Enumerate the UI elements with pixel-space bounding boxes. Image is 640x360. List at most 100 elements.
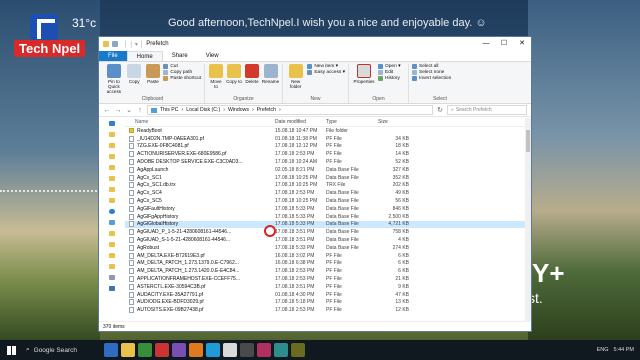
app-icon[interactable]	[138, 343, 152, 357]
table-row[interactable]: AM_DELTA.EXE-B72619E3.pf 16.08.18 3:02 PM…	[125, 252, 531, 260]
table-row[interactable]: AgGlFgAppHistory 17.08.18 5:33 PM Data Bas…	[125, 213, 531, 221]
breadcrumb-this-pc[interactable]: This PC	[160, 107, 178, 113]
edit-button[interactable]: Edit	[378, 70, 400, 75]
nav-item[interactable]	[99, 151, 125, 162]
app-icon[interactable]	[223, 343, 237, 357]
table-row[interactable]: AgGlFaultHistory 17.08.18 5:33 PM Data Bas…	[125, 205, 531, 213]
app-icon[interactable]	[104, 343, 118, 357]
table-row[interactable]: AgGlUAD_S-1-5-21-4280608161-44546... 17.0…	[125, 236, 531, 244]
easy-access-button[interactable]: Easy access ▾	[307, 70, 345, 75]
minimize-button[interactable]: —	[477, 37, 495, 51]
column-header-size[interactable]: Size	[374, 119, 409, 125]
app-icon[interactable]	[240, 343, 254, 357]
nav-item[interactable]	[99, 228, 125, 239]
nav-item[interactable]	[99, 195, 125, 206]
file-name-cell[interactable]: AgRobust	[125, 244, 275, 251]
app-icon[interactable]	[189, 343, 203, 357]
select-all-button[interactable]: Select all	[412, 64, 451, 69]
breadcrumb-prefetch[interactable]: Prefetch	[257, 107, 276, 113]
table-row[interactable]: AUDACITY.EXE-35A27791.pf 01.08.18 4:30 PM…	[125, 291, 531, 299]
file-name-cell[interactable]: AUTOSITS.EXE-09B27438.pf	[125, 307, 275, 314]
vertical-scrollbar[interactable]	[525, 118, 531, 321]
nav-item[interactable]	[99, 239, 125, 250]
nav-item-network[interactable]	[99, 283, 125, 294]
table-row[interactable]: AgGlGlobalHistory 17.08.18 5:33 PM Data Ba…	[125, 220, 531, 229]
app-icon[interactable]	[291, 343, 305, 357]
table-row[interactable]: _IU14D2N.TMP-0AEEA301.pf 01.08.18 11:38 P…	[125, 135, 531, 143]
table-row[interactable]: AgRobust 17.08.18 5:33 PM Data Base File 27…	[125, 244, 531, 252]
file-name-cell[interactable]: AgCx_SC1	[125, 174, 275, 181]
table-row[interactable]: AgCx_SC1 17.08.18 10:25 PM Data Base File 3…	[125, 174, 531, 182]
nav-item[interactable]	[99, 184, 125, 195]
tab-share[interactable]: Share	[163, 51, 197, 61]
invert-selection-button[interactable]: Invert selection	[412, 76, 451, 81]
file-name-cell[interactable]: AgAppLaunch	[125, 166, 275, 173]
file-name-cell[interactable]: ReadyBoot	[125, 128, 275, 134]
file-name-cell[interactable]: AgGlFaultHistory	[125, 205, 275, 212]
nav-item-this-pc[interactable]	[99, 217, 125, 228]
move-to-button[interactable]: Move to	[208, 64, 224, 89]
tab-view[interactable]: View	[197, 51, 228, 61]
file-name-cell[interactable]: AM_DELTA.EXE-B72619E3.pf	[125, 252, 275, 259]
maximize-button[interactable]: ☐	[495, 37, 513, 51]
file-name-cell[interactable]: ACTIONURISERVER.EXE-680E9586.pf	[125, 151, 275, 158]
taskbar-search[interactable]: ⌕ Google Search	[22, 340, 84, 360]
app-icon[interactable]	[206, 343, 220, 357]
file-name-cell[interactable]: AM_DELTA_PATCH_1.273.1379.0.E-C7962...	[125, 260, 275, 267]
table-row[interactable]: AgCx_SC1.db.trx 17.08.18 10:25 PM TRX File…	[125, 182, 531, 190]
app-icon[interactable]	[155, 343, 169, 357]
table-row[interactable]: AgAppLaunch 02.05.18 8:21 PM Data Base Fil…	[125, 166, 531, 174]
open-button[interactable]: Open ▾	[378, 64, 400, 69]
clock[interactable]: 5:44 PM	[614, 347, 634, 353]
file-name-cell[interactable]: AgGlGlobalHistory	[125, 221, 275, 228]
table-row[interactable]: AgCx_SC4 17.08.18 2:53 PM Data Base File 49…	[125, 189, 531, 197]
nav-item[interactable]	[99, 261, 125, 272]
table-row[interactable]: ADOBE DESKTOP SERVICE.EXE-C3C0AD3... 17.0…	[125, 158, 531, 166]
copy-path-button[interactable]: Copy path	[163, 70, 201, 75]
column-header-name[interactable]: Name	[125, 119, 275, 125]
file-name-cell[interactable]: _IU14D2N.TMP-0AEEA301.pf	[125, 135, 275, 142]
table-row[interactable]: ACTIONURISERVER.EXE-680E9586.pf 17.08.18 …	[125, 150, 531, 158]
copy-button[interactable]: Copy	[126, 64, 143, 84]
pin-quick-access-button[interactable]: Pin to Quick access	[104, 64, 124, 94]
breadcrumb-local-disk[interactable]: Local Disk (C:)	[186, 107, 220, 113]
nav-item[interactable]	[99, 118, 125, 129]
breadcrumb-windows[interactable]: Windows	[228, 107, 249, 113]
paste-shortcut-button[interactable]: Paste shortcut	[163, 76, 201, 81]
nav-item[interactable]	[99, 272, 125, 283]
start-button[interactable]	[0, 340, 22, 360]
new-item-button[interactable]: New item ▾	[307, 64, 345, 69]
cut-button[interactable]: Cut	[163, 64, 201, 69]
tab-file[interactable]: File	[99, 51, 127, 61]
table-row[interactable]: 7ZG.EXE-0F8C4081.pf 17.08.18 12:12 PM PF F…	[125, 143, 531, 151]
search-input[interactable]: ⌕ Search Prefetch	[447, 105, 527, 115]
table-row[interactable]: ReadyBoot 15.08.18 10:47 PM File folder	[125, 127, 531, 135]
new-folder-button[interactable]: New folder	[286, 64, 305, 89]
rename-button[interactable]: Rename	[262, 64, 279, 84]
properties-icon[interactable]	[112, 41, 118, 47]
file-name-cell[interactable]: AgCx_SC1.db.trx	[125, 182, 275, 189]
nav-item[interactable]	[99, 250, 125, 261]
back-arrow-icon[interactable]: ←	[103, 107, 111, 114]
scrollbar-thumb[interactable]	[526, 130, 530, 152]
up-arrow-icon[interactable]: ↑	[136, 107, 144, 114]
app-icon[interactable]	[121, 343, 135, 357]
table-row[interactable]: AgGlUAD_P_1-5-21-4280608161-44546... 17.0…	[125, 228, 531, 236]
file-name-cell[interactable]: ADOBE DESKTOP SERVICE.EXE-C3C0AD3...	[125, 159, 275, 166]
select-none-button[interactable]: Select none	[412, 70, 451, 75]
table-row[interactable]: AM_DELTA_PATCH_1.273.1379.0.E-C7962... 16…	[125, 260, 531, 268]
table-row[interactable]: ASTERCTL.EXE-30594C3B.pf 17.08.18 3:51 PM…	[125, 283, 531, 291]
copy-to-button[interactable]: Copy to	[226, 64, 242, 84]
forward-arrow-icon[interactable]: →	[114, 107, 122, 114]
table-row[interactable]: AUDIODG.EXE-BDFD3029.pf 17.08.18 5:18 PM P…	[125, 299, 531, 307]
history-button[interactable]: History	[378, 76, 400, 81]
tab-home[interactable]: Home	[126, 51, 163, 61]
file-name-cell[interactable]: AgGlUAD_S-1-5-21-4280608161-44546...	[125, 237, 275, 244]
file-name-cell[interactable]: AUDIODG.EXE-BDFD3029.pf	[125, 299, 275, 306]
recent-chevron-icon[interactable]: ⌄	[125, 106, 133, 114]
file-name-cell[interactable]: AgCx_SC4	[125, 190, 275, 197]
app-icon[interactable]	[172, 343, 186, 357]
file-name-cell[interactable]: AgGlFgAppHistory	[125, 213, 275, 220]
file-name-cell[interactable]: APPLICATIONFRAMEHOST.EXE-CCEFF75...	[125, 276, 275, 283]
nav-item[interactable]	[99, 162, 125, 173]
